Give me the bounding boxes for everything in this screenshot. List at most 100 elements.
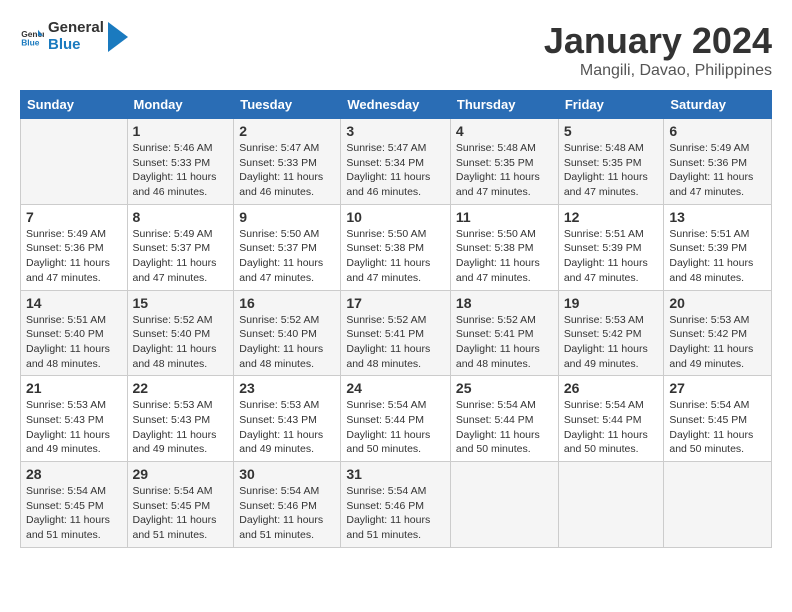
- day-info: Sunrise: 5:51 AM Sunset: 5:39 PM Dayligh…: [564, 227, 659, 286]
- day-info: Sunrise: 5:53 AM Sunset: 5:43 PM Dayligh…: [239, 398, 335, 457]
- calendar-cell: 22 Sunrise: 5:53 AM Sunset: 5:43 PM Dayli…: [127, 376, 234, 462]
- day-number: 14: [26, 295, 122, 311]
- day-info: Sunrise: 5:50 AM Sunset: 5:38 PM Dayligh…: [346, 227, 445, 286]
- calendar-cell: 8Sunrise: 5:49 AM Sunset: 5:37 PM Daylig…: [127, 204, 234, 290]
- header-day-monday: Monday: [127, 91, 234, 119]
- day-number: 30: [239, 466, 335, 482]
- day-info: Sunrise: 5:53 AM Sunset: 5:43 PM Dayligh…: [133, 398, 229, 457]
- day-info: Sunrise: 5:53 AM Sunset: 5:42 PM Dayligh…: [564, 313, 659, 372]
- calendar-cell: [450, 462, 558, 548]
- calendar-cell: 14 Sunrise: 5:51 AM Sunset: 5:40 PM Dayli…: [21, 290, 128, 376]
- week-row-5: 28 Sunrise: 5:54 AM Sunset: 5:45 PM Dayli…: [21, 462, 772, 548]
- calendar-cell: 2 Sunrise: 5:47 AM Sunset: 5:33 PM Daylig…: [234, 119, 341, 205]
- day-info: Sunrise: 5:50 AM Sunset: 5:37 PM Dayligh…: [239, 227, 335, 286]
- calendar-cell: 29Sunrise: 5:54 AM Sunset: 5:45 PM Dayli…: [127, 462, 234, 548]
- calendar-cell: 12 Sunrise: 5:51 AM Sunset: 5:39 PM Dayli…: [558, 204, 664, 290]
- calendar-cell: 20 Sunrise: 5:53 AM Sunset: 5:42 PM Dayli…: [664, 290, 772, 376]
- calendar-cell: 7 Sunrise: 5:49 AM Sunset: 5:36 PM Daylig…: [21, 204, 128, 290]
- logo-blue: Blue: [48, 36, 81, 53]
- day-number: 20: [669, 295, 766, 311]
- calendar-cell: 25 Sunrise: 5:54 AM Sunset: 5:44 PM Dayli…: [450, 376, 558, 462]
- day-info: Sunrise: 5:54 AM Sunset: 5:44 PM Dayligh…: [346, 398, 445, 457]
- day-number: 27: [669, 380, 766, 396]
- day-number: 22: [133, 380, 229, 396]
- header-day-saturday: Saturday: [664, 91, 772, 119]
- calendar-cell: 21Sunrise: 5:53 AM Sunset: 5:43 PM Dayli…: [21, 376, 128, 462]
- header-day-tuesday: Tuesday: [234, 91, 341, 119]
- calendar-cell: 9Sunrise: 5:50 AM Sunset: 5:37 PM Daylig…: [234, 204, 341, 290]
- day-number: 28: [26, 466, 122, 482]
- day-number: 29: [133, 466, 229, 482]
- day-number: 12: [564, 209, 659, 225]
- day-info: Sunrise: 5:53 AM Sunset: 5:42 PM Dayligh…: [669, 313, 766, 372]
- svg-text:Blue: Blue: [21, 37, 40, 47]
- week-row-3: 14 Sunrise: 5:51 AM Sunset: 5:40 PM Dayli…: [21, 290, 772, 376]
- day-info: Sunrise: 5:49 AM Sunset: 5:36 PM Dayligh…: [669, 141, 766, 200]
- day-number: 26: [564, 380, 659, 396]
- day-number: 13: [669, 209, 766, 225]
- day-number: 4: [456, 123, 553, 139]
- day-info: Sunrise: 5:54 AM Sunset: 5:44 PM Dayligh…: [564, 398, 659, 457]
- day-info: Sunrise: 5:52 AM Sunset: 5:40 PM Dayligh…: [239, 313, 335, 372]
- day-info: Sunrise: 5:54 AM Sunset: 5:45 PM Dayligh…: [26, 484, 122, 543]
- logo-arrow-icon: [108, 22, 128, 52]
- day-info: Sunrise: 5:51 AM Sunset: 5:39 PM Dayligh…: [669, 227, 766, 286]
- day-number: 15: [133, 295, 229, 311]
- day-number: 31: [346, 466, 445, 482]
- day-number: 11: [456, 209, 553, 225]
- calendar-cell: [21, 119, 128, 205]
- calendar-cell: 3Sunrise: 5:47 AM Sunset: 5:34 PM Daylig…: [341, 119, 451, 205]
- day-info: Sunrise: 5:49 AM Sunset: 5:36 PM Dayligh…: [26, 227, 122, 286]
- day-number: 2: [239, 123, 335, 139]
- day-number: 17: [346, 295, 445, 311]
- day-info: Sunrise: 5:54 AM Sunset: 5:46 PM Dayligh…: [239, 484, 335, 543]
- week-row-2: 7 Sunrise: 5:49 AM Sunset: 5:36 PM Daylig…: [21, 204, 772, 290]
- logo-general: General: [48, 19, 104, 36]
- day-number: 25: [456, 380, 553, 396]
- page-header: General Blue General Blue January 2024 M…: [20, 20, 772, 80]
- day-info: Sunrise: 5:54 AM Sunset: 5:44 PM Dayligh…: [456, 398, 553, 457]
- day-number: 19: [564, 295, 659, 311]
- calendar-cell: 13 Sunrise: 5:51 AM Sunset: 5:39 PM Dayli…: [664, 204, 772, 290]
- header-day-wednesday: Wednesday: [341, 91, 451, 119]
- calendar-cell: 1 Sunrise: 5:46 AM Sunset: 5:33 PM Daylig…: [127, 119, 234, 205]
- day-info: Sunrise: 5:53 AM Sunset: 5:43 PM Dayligh…: [26, 398, 122, 457]
- day-number: 1: [133, 123, 229, 139]
- calendar-cell: 6 Sunrise: 5:49 AM Sunset: 5:36 PM Daylig…: [664, 119, 772, 205]
- day-info: Sunrise: 5:49 AM Sunset: 5:37 PM Dayligh…: [133, 227, 229, 286]
- calendar-cell: 16 Sunrise: 5:52 AM Sunset: 5:40 PM Dayli…: [234, 290, 341, 376]
- day-info: Sunrise: 5:51 AM Sunset: 5:40 PM Dayligh…: [26, 313, 122, 372]
- calendar-cell: 26 Sunrise: 5:54 AM Sunset: 5:44 PM Dayli…: [558, 376, 664, 462]
- day-info: Sunrise: 5:48 AM Sunset: 5:35 PM Dayligh…: [564, 141, 659, 200]
- calendar-cell: 24 Sunrise: 5:54 AM Sunset: 5:44 PM Dayli…: [341, 376, 451, 462]
- day-number: 24: [346, 380, 445, 396]
- day-info: Sunrise: 5:46 AM Sunset: 5:33 PM Dayligh…: [133, 141, 229, 200]
- calendar-cell: 27Sunrise: 5:54 AM Sunset: 5:45 PM Dayli…: [664, 376, 772, 462]
- calendar-cell: [664, 462, 772, 548]
- header-day-friday: Friday: [558, 91, 664, 119]
- day-info: Sunrise: 5:47 AM Sunset: 5:33 PM Dayligh…: [239, 141, 335, 200]
- day-info: Sunrise: 5:54 AM Sunset: 5:46 PM Dayligh…: [346, 484, 445, 543]
- day-number: 16: [239, 295, 335, 311]
- calendar-cell: 10Sunrise: 5:50 AM Sunset: 5:38 PM Dayli…: [341, 204, 451, 290]
- calendar-table: SundayMondayTuesdayWednesdayThursdayFrid…: [20, 90, 772, 548]
- day-number: 3: [346, 123, 445, 139]
- calendar-cell: [558, 462, 664, 548]
- day-number: 7: [26, 209, 122, 225]
- header-day-sunday: Sunday: [21, 91, 128, 119]
- calendar-cell: 4 Sunrise: 5:48 AM Sunset: 5:35 PM Daylig…: [450, 119, 558, 205]
- day-number: 18: [456, 295, 553, 311]
- title-block: January 2024 Mangili, Davao, Philippines: [544, 20, 772, 80]
- day-number: 6: [669, 123, 766, 139]
- calendar-cell: 28 Sunrise: 5:54 AM Sunset: 5:45 PM Dayli…: [21, 462, 128, 548]
- calendar-cell: 17Sunrise: 5:52 AM Sunset: 5:41 PM Dayli…: [341, 290, 451, 376]
- day-number: 5: [564, 123, 659, 139]
- logo: General Blue General Blue: [20, 20, 128, 53]
- calendar-subtitle: Mangili, Davao, Philippines: [544, 62, 772, 80]
- calendar-cell: 11Sunrise: 5:50 AM Sunset: 5:38 PM Dayli…: [450, 204, 558, 290]
- day-info: Sunrise: 5:52 AM Sunset: 5:40 PM Dayligh…: [133, 313, 229, 372]
- calendar-cell: 19 Sunrise: 5:53 AM Sunset: 5:42 PM Dayli…: [558, 290, 664, 376]
- day-info: Sunrise: 5:48 AM Sunset: 5:35 PM Dayligh…: [456, 141, 553, 200]
- calendar-cell: 18Sunrise: 5:52 AM Sunset: 5:41 PM Dayli…: [450, 290, 558, 376]
- calendar-cell: 15 Sunrise: 5:52 AM Sunset: 5:40 PM Dayli…: [127, 290, 234, 376]
